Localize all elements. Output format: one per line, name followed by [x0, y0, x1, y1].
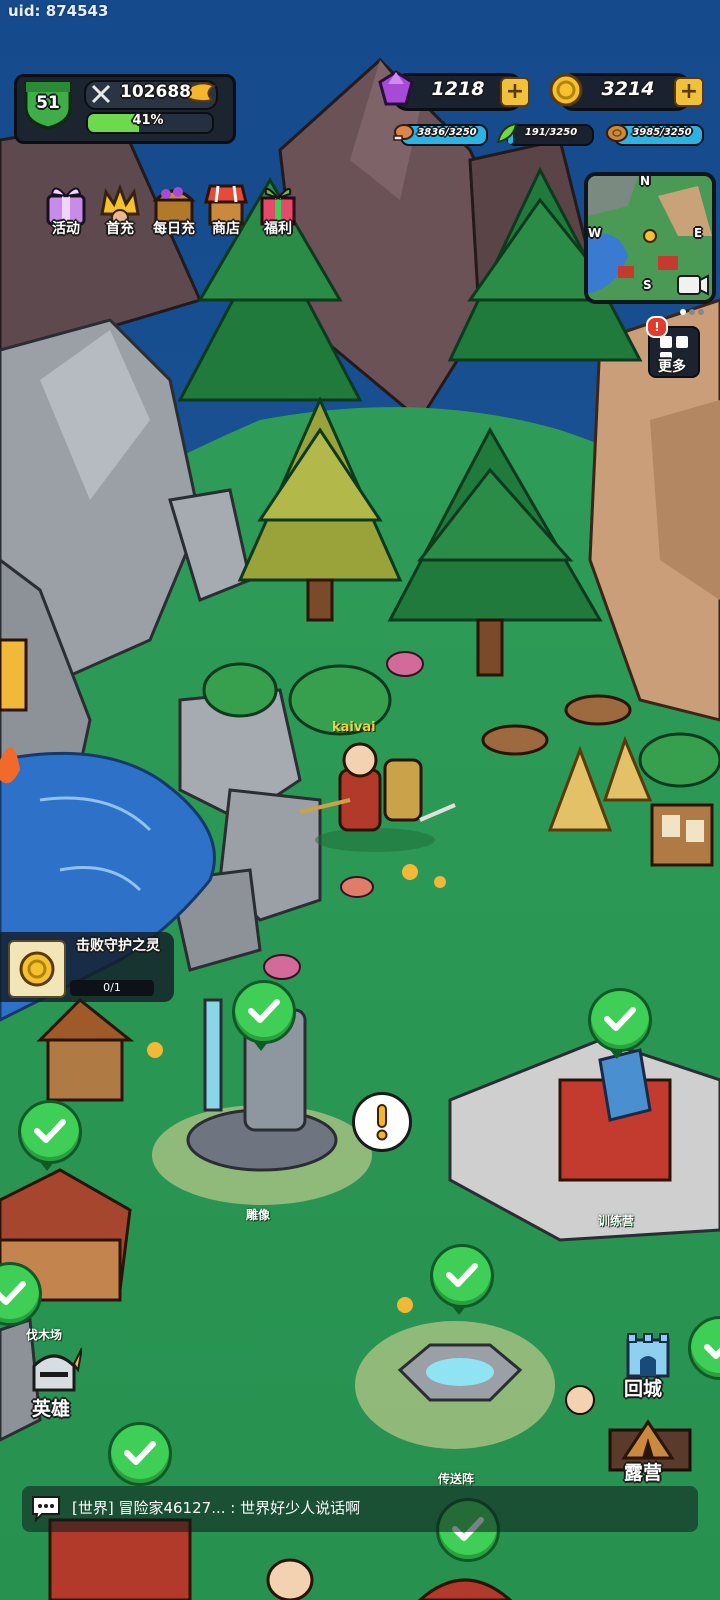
statue-complete-marker[interactable]: [232, 980, 296, 1044]
hero-button[interactable]: 英雄: [26, 1346, 86, 1420]
minimap-north: N: [640, 174, 651, 188]
portal-label: 传送阵: [438, 1472, 475, 1486]
activity-button-daily-recharge[interactable]: 每日充: [144, 180, 204, 238]
gem-count: 1218: [431, 78, 485, 100]
training-camp-complete-marker[interactable]: [588, 988, 652, 1052]
herb-resource-value: 191/3250: [524, 127, 578, 138]
activity-button-first-recharge[interactable]: 首充: [90, 180, 150, 238]
checkmark-icon: [248, 999, 280, 1023]
activity-button-events[interactable]: 活动: [36, 180, 96, 238]
chat-message: [世界] 冒险家46127... : 世界好少人说话啊: [72, 1499, 361, 1517]
training-camp-label: 训练营: [598, 1214, 635, 1228]
minimap-east: E: [694, 226, 703, 240]
minimap-south: S: [643, 278, 652, 292]
add-gems-button[interactable]: +: [500, 77, 530, 107]
hero-button-label: 英雄: [32, 1398, 71, 1420]
checkmark-icon: [704, 1344, 720, 1359]
quest-title: 击败守护之灵: [76, 938, 160, 954]
marker-pointer: [610, 1050, 624, 1059]
gold-count: 3214: [601, 78, 655, 100]
quest-alert-bubble[interactable]: [352, 1092, 412, 1152]
lumberyard-label: 伐木场: [26, 1328, 63, 1342]
knight-helmet-icon: [32, 1347, 83, 1392]
camera-icon[interactable]: [676, 268, 710, 298]
activity-button-welfare[interactable]: 福利: [248, 180, 308, 238]
crossed-swords-icon: [91, 84, 111, 104]
quest-progress-text: 0/1: [103, 981, 121, 994]
camp-button-label: 露营: [624, 1462, 663, 1484]
quest-reward-slot: [8, 940, 66, 998]
portal-complete-marker[interactable]: [430, 1244, 494, 1308]
chat-bubble-icon: [32, 1496, 60, 1522]
marker-pointer: [452, 1306, 466, 1315]
exclamation-icon: [376, 1104, 388, 1141]
player-name-tag: kaivai: [332, 720, 376, 735]
checkmark-icon: [0, 1281, 26, 1305]
marker-pointer: [40, 1162, 54, 1171]
gold-coin-icon: [549, 73, 583, 107]
wood-resource-value: 3985/3250: [632, 127, 692, 138]
checkmark-icon: [604, 1007, 636, 1031]
minimap-west: W: [588, 226, 602, 240]
tent-icon: [621, 1419, 675, 1460]
checkmark-icon: [34, 1119, 66, 1143]
statue-label: 雕像: [246, 1208, 271, 1222]
add-gold-button[interactable]: +: [674, 77, 704, 107]
gem-icon: [378, 70, 414, 106]
marker-pointer: [254, 1042, 268, 1051]
lumberyard-complete-marker[interactable]: [18, 1100, 82, 1164]
more-menu-badge: !: [646, 316, 668, 338]
camp-button[interactable]: 露营: [620, 1418, 680, 1492]
castle-gate-icon: [626, 1333, 670, 1378]
player-level: 51: [36, 93, 60, 113]
meat-resource-value: 3836/3250: [417, 127, 477, 138]
hero-hall-complete-marker[interactable]: [108, 1422, 172, 1486]
minimap-page-dots: [680, 300, 712, 315]
activity-button-shop[interactable]: 商店: [196, 180, 256, 238]
checkmark-icon: [446, 1263, 478, 1287]
xp-percent: 41%: [132, 113, 164, 128]
checkmark-icon: [124, 1441, 156, 1465]
combat-power-value: 102688: [120, 82, 191, 102]
return-to-city-label: 回城: [624, 1378, 663, 1400]
more-menu-label: 更多: [658, 359, 686, 375]
uid-label: uid: 874543: [8, 2, 109, 20]
gold-coin-icon: [19, 951, 55, 987]
return-to-city-button[interactable]: 回城: [620, 1332, 680, 1406]
